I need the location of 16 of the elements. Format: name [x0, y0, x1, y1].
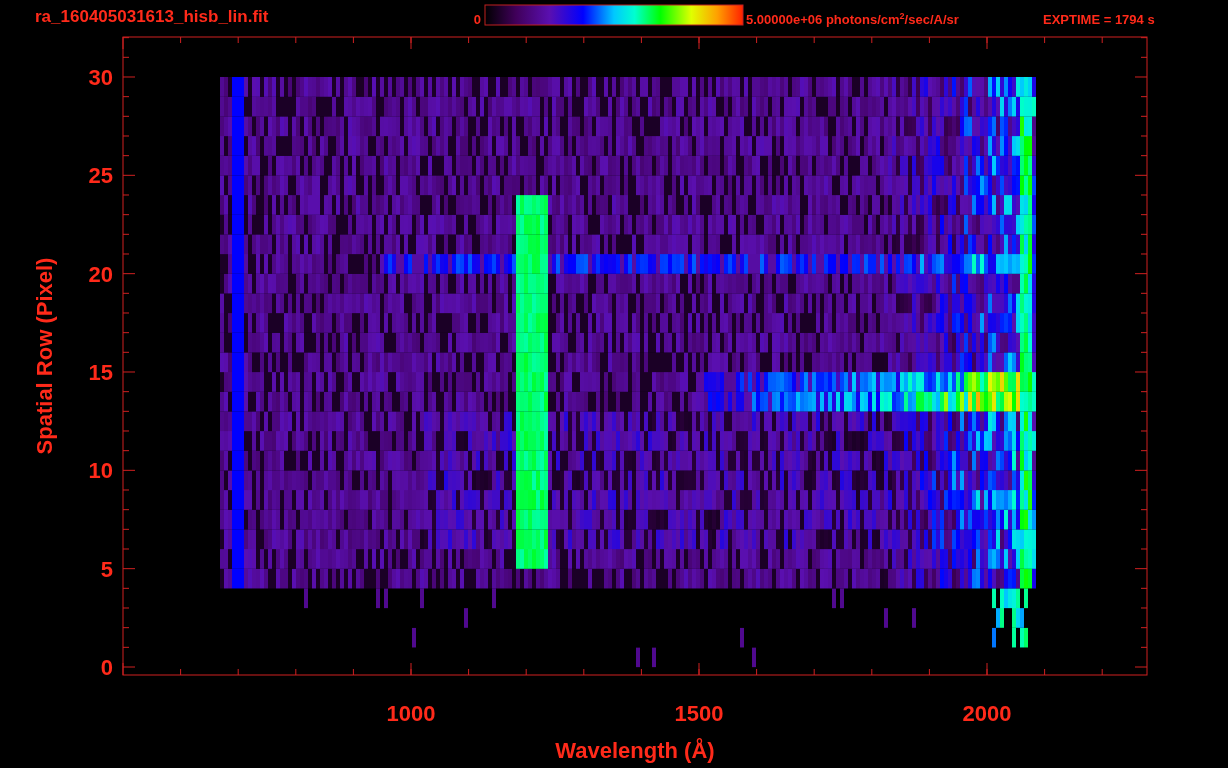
- x-tick-label: 2000: [962, 701, 1012, 726]
- x-tick-label: 1000: [386, 701, 436, 726]
- y-tick-label: 5: [100, 556, 113, 582]
- x-axis-label: Wavelength (Å): [555, 738, 715, 763]
- exptime-label: EXPTIME = 1794 s: [1043, 12, 1155, 27]
- x-tick-label: 1500: [674, 701, 724, 726]
- y-tick-label: 20: [88, 261, 113, 287]
- colorbar-min-label: 0: [473, 12, 481, 27]
- y-tick-label: 15: [88, 360, 113, 385]
- y-tick-label: 0: [100, 655, 113, 680]
- y-tick-label: 10: [88, 458, 113, 484]
- y-tick-label: 25: [88, 163, 113, 189]
- y-axis-label: Spatial Row (Pixel): [32, 257, 57, 455]
- file-title: ra_160405031613_hisb_lin.fit: [35, 7, 269, 26]
- colorbar-max-label: 5.00000e+06 photons/cm$^{2}$/sec/A/sr: [746, 12, 959, 28]
- y-tick-label: 30: [88, 65, 113, 90]
